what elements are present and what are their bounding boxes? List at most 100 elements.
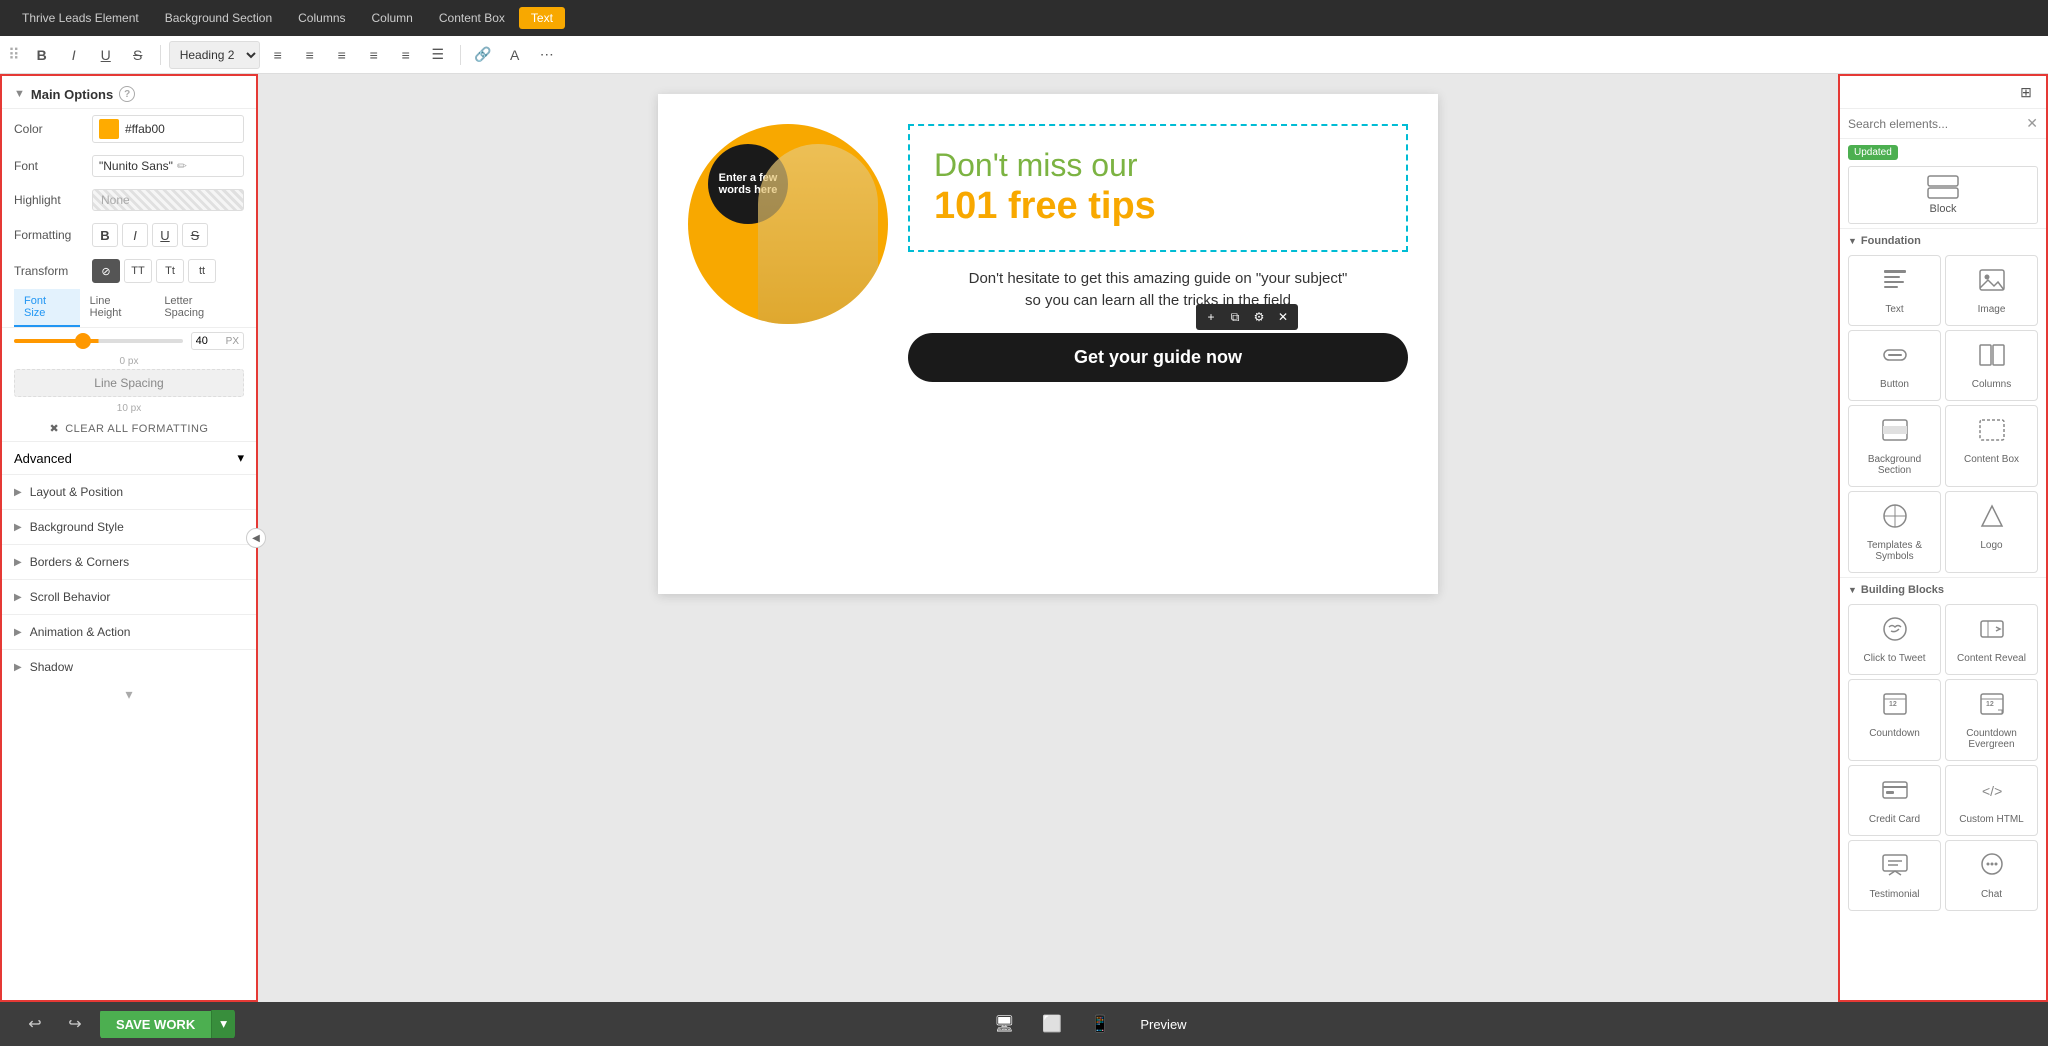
el-delete-button[interactable]: ✕ bbox=[1272, 306, 1294, 328]
list-ol-button[interactable]: ☰ bbox=[424, 41, 452, 69]
align-justify-button[interactable]: ≡ bbox=[360, 41, 388, 69]
nav-column[interactable]: Column bbox=[360, 7, 425, 29]
device-tablet-button[interactable]: ⬜ bbox=[1036, 1008, 1068, 1040]
font-picker[interactable]: "Nunito Sans" ✏ bbox=[92, 155, 244, 177]
line-spacing-bar: Line Spacing bbox=[14, 369, 244, 397]
element-logo[interactable]: Logo bbox=[1945, 491, 2038, 573]
layout-position-section[interactable]: ▶ Layout & Position bbox=[2, 474, 256, 509]
nav-text[interactable]: Text bbox=[519, 7, 565, 29]
help-icon[interactable]: ? bbox=[119, 86, 135, 102]
transform-uppercase[interactable]: TT bbox=[124, 259, 152, 283]
nav-background-section[interactable]: Background Section bbox=[153, 7, 284, 29]
el-settings-button[interactable]: ⚙ bbox=[1248, 306, 1270, 328]
element-content-box[interactable]: Content Box bbox=[1945, 405, 2038, 487]
element-custom-html[interactable]: </> Custom HTML bbox=[1945, 765, 2038, 836]
element-click-to-tweet[interactable]: Click to Tweet bbox=[1848, 604, 1941, 675]
transform-capitalize[interactable]: Tt bbox=[156, 259, 184, 283]
highlight-row: Highlight None bbox=[2, 183, 256, 217]
search-input[interactable] bbox=[1848, 117, 2022, 131]
expand-icon[interactable]: ⊞ bbox=[2014, 80, 2038, 104]
format-underline[interactable]: U bbox=[152, 223, 178, 247]
scroll-behavior-section[interactable]: ▶ Scroll Behavior bbox=[2, 579, 256, 614]
advanced-section[interactable]: Advanced ▾ bbox=[2, 441, 256, 474]
block-icon bbox=[1927, 175, 1959, 199]
element-image[interactable]: Image bbox=[1945, 255, 2038, 326]
text-color-button[interactable]: A bbox=[501, 41, 529, 69]
list-ul-button[interactable]: ≡ bbox=[392, 41, 420, 69]
format-italic[interactable]: I bbox=[122, 223, 148, 247]
el-clone-button[interactable]: ⧉ bbox=[1224, 306, 1246, 328]
nav-columns[interactable]: Columns bbox=[286, 7, 357, 29]
font-size-slider[interactable] bbox=[14, 339, 183, 343]
font-edit-icon[interactable]: ✏ bbox=[177, 159, 187, 173]
block-element-card[interactable]: Block bbox=[1848, 166, 2038, 224]
clear-formatting-button[interactable]: ✖ CLEAR ALL FORMATTING bbox=[14, 422, 244, 435]
element-countdown-evergreen[interactable]: 12 Countdown Evergreen bbox=[1945, 679, 2038, 761]
el-add-button[interactable]: + bbox=[1200, 306, 1222, 328]
zero-label: 0 px bbox=[2, 354, 256, 369]
element-testimonial[interactable]: Testimonial bbox=[1848, 840, 1941, 911]
format-bold[interactable]: B bbox=[92, 223, 118, 247]
tab-font-size[interactable]: Font Size bbox=[14, 289, 80, 327]
element-content-reveal[interactable]: Content Reveal bbox=[1945, 604, 2038, 675]
align-left-button[interactable]: ≡ bbox=[264, 41, 292, 69]
transform-lowercase[interactable]: tt bbox=[188, 259, 216, 283]
columns-element-label: Columns bbox=[1972, 379, 2011, 390]
strikethrough-button[interactable]: S bbox=[124, 41, 152, 69]
format-strike[interactable]: S bbox=[182, 223, 208, 247]
save-main-button[interactable]: SAVE WORK bbox=[100, 1011, 211, 1038]
search-close-icon[interactable]: ✕ bbox=[2026, 115, 2038, 132]
more-button[interactable]: ⋯ bbox=[533, 41, 561, 69]
element-background-section[interactable]: Background Section bbox=[1848, 405, 1941, 487]
foundation-label: Foundation bbox=[1861, 235, 1921, 247]
italic-button[interactable]: I bbox=[60, 41, 88, 69]
nav-thrive-leads[interactable]: Thrive Leads Element bbox=[10, 7, 151, 29]
color-picker[interactable]: #ffab00 bbox=[92, 115, 244, 143]
undo-button[interactable]: ↩ bbox=[20, 1009, 50, 1039]
transform-none[interactable]: ⊘ bbox=[92, 259, 120, 283]
element-credit-card[interactable]: Credit Card bbox=[1848, 765, 1941, 836]
color-row: Color #ffab00 bbox=[2, 109, 256, 149]
columns-icon bbox=[1978, 341, 2006, 375]
heading-select[interactable]: Heading 2 Heading 1 Paragraph bbox=[169, 41, 260, 69]
cta-button[interactable]: Get your guide now bbox=[908, 333, 1408, 382]
underline-button[interactable]: U bbox=[92, 41, 120, 69]
updated-badge: Updated bbox=[1840, 139, 2046, 162]
align-right-button[interactable]: ≡ bbox=[328, 41, 356, 69]
shadow-section[interactable]: ▶ Shadow bbox=[2, 649, 256, 684]
headline-box[interactable]: Don't miss our 101 free tips bbox=[908, 124, 1408, 252]
link-button[interactable]: 🔗 bbox=[469, 41, 497, 69]
collapse-arrow[interactable]: ◀ bbox=[246, 528, 266, 548]
save-dropdown-button[interactable]: ▾ bbox=[211, 1010, 235, 1038]
tab-letter-spacing[interactable]: Letter Spacing bbox=[154, 289, 244, 327]
ten-label: 10 px bbox=[2, 401, 256, 416]
logo-icon bbox=[1978, 502, 2006, 536]
device-mobile-button[interactable]: 📱 bbox=[1084, 1008, 1116, 1040]
foundation-section-header[interactable]: ▼ Foundation bbox=[1840, 228, 2046, 251]
nav-content-box[interactable]: Content Box bbox=[427, 7, 517, 29]
element-countdown[interactable]: 12 Countdown bbox=[1848, 679, 1941, 761]
font-size-input[interactable] bbox=[196, 335, 224, 347]
html-icon: </> bbox=[1978, 776, 2006, 810]
redo-button[interactable]: ↪ bbox=[60, 1009, 90, 1039]
building-blocks-section-header[interactable]: ▼ Building Blocks bbox=[1840, 577, 2046, 600]
background-style-section[interactable]: ▶ Background Style bbox=[2, 509, 256, 544]
align-center-button[interactable]: ≡ bbox=[296, 41, 324, 69]
sub-text: Don't hesitate to get this amazing guide… bbox=[908, 268, 1408, 313]
creditcard-icon bbox=[1881, 776, 1909, 810]
element-text[interactable]: Text bbox=[1848, 255, 1941, 326]
arrow-icon: ▶ bbox=[14, 487, 22, 498]
bold-button[interactable]: B bbox=[28, 41, 56, 69]
tab-line-height[interactable]: Line Height bbox=[80, 289, 155, 327]
element-chat[interactable]: Chat bbox=[1945, 840, 2038, 911]
right-panel: ⊞ ✕ Updated Block ▼ Foundation bbox=[1838, 74, 2048, 1002]
element-templates[interactable]: Templates & Symbols bbox=[1848, 491, 1941, 573]
preview-button[interactable]: Preview bbox=[1132, 1013, 1194, 1036]
highlight-picker[interactable]: None bbox=[92, 189, 244, 211]
borders-corners-section[interactable]: ▶ Borders & Corners bbox=[2, 544, 256, 579]
animation-action-section[interactable]: ▶ Animation & Action bbox=[2, 614, 256, 649]
separator2 bbox=[460, 45, 461, 65]
device-desktop-button[interactable]: 🖥 bbox=[988, 1008, 1020, 1040]
element-columns[interactable]: Columns bbox=[1945, 330, 2038, 401]
element-button[interactable]: Button bbox=[1848, 330, 1941, 401]
